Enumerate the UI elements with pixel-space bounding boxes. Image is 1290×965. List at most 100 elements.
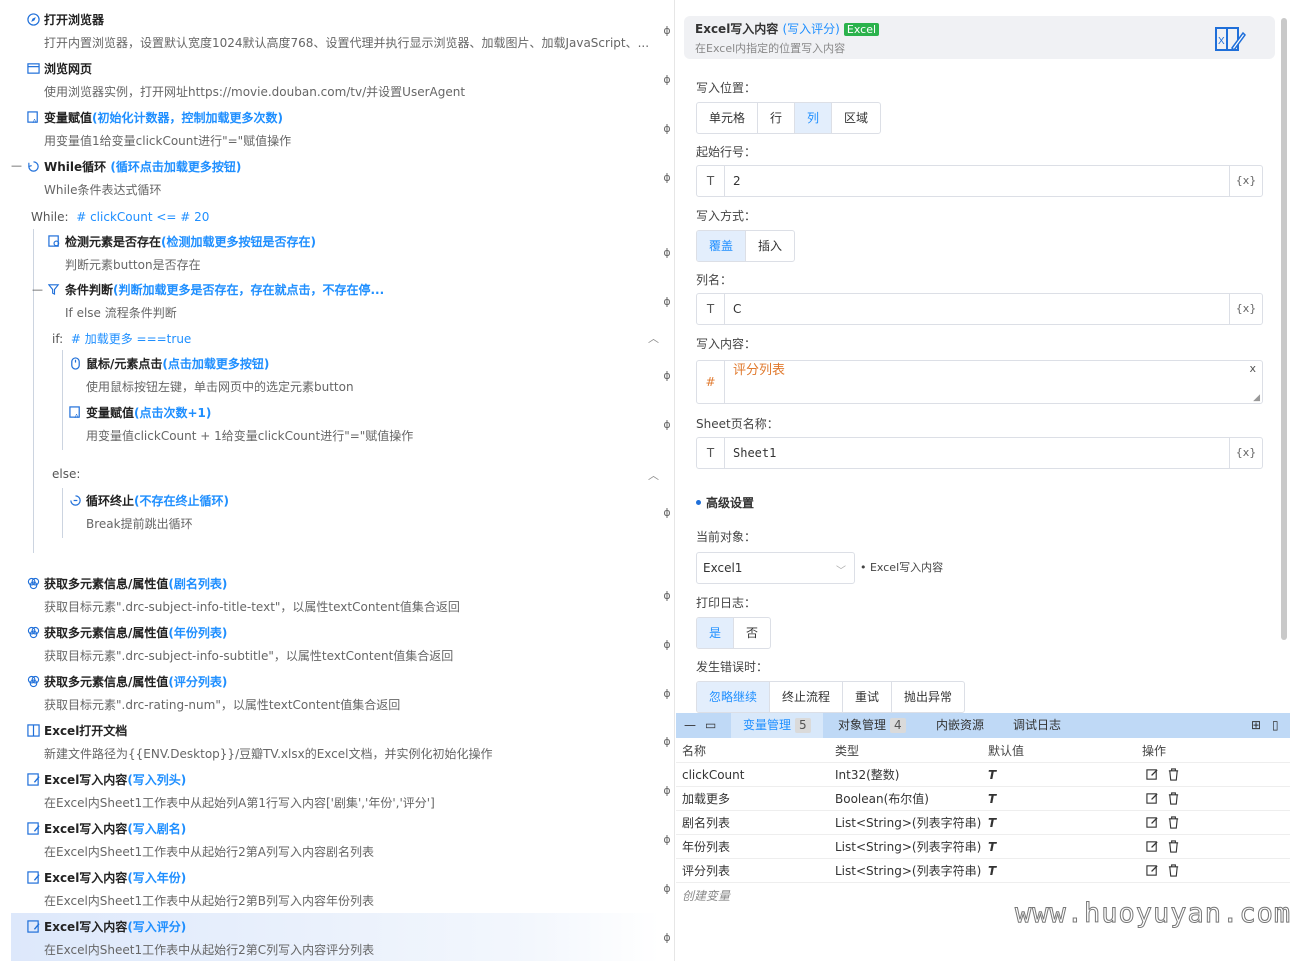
excel-write-icon: [27, 773, 40, 786]
svg-text:X: X: [1218, 36, 1225, 47]
bottom-tab-bar: — ▭ 变量管理 5 对象管理 4 内嵌资源 调试日志 ⊞ ▯: [676, 713, 1290, 738]
sheet-name-field[interactable]: T Sheet1 {x}: [696, 437, 1263, 469]
drag-handle-icon[interactable]: ɸ: [662, 171, 672, 185]
step-title: Excel打开文档: [44, 724, 128, 738]
option-no[interactable]: 否: [734, 618, 770, 648]
header-type: 类型: [835, 744, 860, 758]
option-retry[interactable]: 重试: [843, 682, 893, 712]
windows-icon[interactable]: ⊞: [1251, 713, 1261, 738]
multi-element-icon: [27, 577, 40, 590]
edit-icon[interactable]: [1146, 792, 1159, 805]
option-throw[interactable]: 抛出异常: [892, 682, 964, 712]
drag-handle-icon[interactable]: ɸ: [662, 687, 672, 701]
type-text-toggle[interactable]: T: [697, 166, 725, 196]
minimize-icon[interactable]: —: [684, 713, 696, 738]
drag-handle-icon[interactable]: ɸ: [662, 931, 672, 945]
var-default[interactable]: T: [988, 787, 996, 811]
step-desc: 使用鼠标按钮左键，单击网页中的选定元素button: [86, 380, 354, 394]
step-desc: 在Excel内Sheet1工作表中从起始行2第B列写入内容年份列表: [44, 894, 374, 908]
edit-icon[interactable]: [1146, 816, 1159, 829]
variable-insert-button[interactable]: {x}: [1229, 294, 1262, 324]
option-yes[interactable]: 是: [697, 618, 735, 648]
edit-icon[interactable]: [1146, 864, 1159, 877]
mobile-icon[interactable]: ▯: [1272, 713, 1279, 738]
clear-icon[interactable]: x: [1249, 362, 1256, 375]
step-desc: 使用浏览器实例，打开网址https://movie.douban.com/tv/…: [44, 85, 466, 99]
drag-handle-icon[interactable]: ɸ: [662, 506, 672, 520]
trash-icon[interactable]: [1167, 768, 1180, 781]
header-name: 名称: [682, 744, 707, 758]
chevron-up-icon[interactable]: ︿: [648, 330, 659, 346]
table-row[interactable]: 年份列表 List<String>(列表字符串) T: [676, 835, 1290, 859]
table-row[interactable]: 加载更多 Boolean(布尔值) T: [676, 787, 1290, 811]
trash-icon[interactable]: [1167, 816, 1180, 829]
option-row[interactable]: 行: [758, 103, 796, 133]
option-cell[interactable]: 单元格: [697, 103, 759, 133]
panel-scrollbar[interactable]: [1281, 18, 1287, 640]
option-terminate[interactable]: 终止流程: [770, 682, 844, 712]
table-row[interactable]: clickCount Int32(整数) T: [676, 763, 1290, 787]
option-range[interactable]: 区域: [832, 103, 880, 133]
drag-handle-icon[interactable]: ɸ: [662, 882, 672, 896]
browser-window-icon: [27, 62, 40, 75]
drag-handle-icon[interactable]: ɸ: [662, 735, 672, 749]
drag-handle-icon[interactable]: ɸ: [662, 122, 672, 136]
drag-handle-icon[interactable]: ɸ: [662, 418, 672, 432]
variable-insert-button[interactable]: {x}: [1229, 438, 1262, 468]
step-desc: 用变量值1给变量clickCount进行"="赋值操作: [44, 134, 292, 148]
drag-handle-icon[interactable]: ɸ: [662, 589, 672, 603]
tab-variables[interactable]: 变量管理 5: [731, 713, 823, 738]
step-desc: 获取目标元素".drc-subject-info-title-text"，以属性…: [44, 600, 460, 614]
restore-window-icon[interactable]: ▭: [705, 713, 716, 738]
edit-icon[interactable]: [1146, 840, 1159, 853]
step-desc: 在Excel内Sheet1工作表中从起始行2第C列写入内容评分列表: [44, 943, 375, 957]
option-ignore-continue[interactable]: 忽略继续: [697, 682, 771, 712]
collapse-toggle[interactable]: —: [32, 283, 43, 296]
step-title: Excel写入内容(写入剧名): [44, 822, 187, 836]
column-name-field[interactable]: T C {x}: [696, 293, 1263, 325]
trash-icon[interactable]: [1167, 840, 1180, 853]
type-text-toggle[interactable]: T: [697, 438, 725, 468]
type-variable-toggle[interactable]: #: [697, 361, 725, 403]
resize-handle-icon[interactable]: ◢: [1253, 393, 1260, 403]
drag-handle-icon[interactable]: ɸ: [662, 295, 672, 309]
drag-handle-icon[interactable]: ɸ: [662, 369, 672, 383]
table-row[interactable]: 评分列表 List<String>(列表字符串) T: [676, 859, 1290, 883]
drag-handle-icon[interactable]: ɸ: [662, 246, 672, 260]
drag-handle-icon[interactable]: ɸ: [662, 73, 672, 87]
create-variable-link[interactable]: 创建变量: [682, 887, 730, 904]
option-column[interactable]: 列: [795, 103, 833, 133]
option-insert[interactable]: 插入: [746, 231, 794, 261]
edit-icon[interactable]: [1146, 768, 1159, 781]
drag-handle-icon[interactable]: ɸ: [662, 833, 672, 847]
excel-write-icon: [27, 822, 40, 835]
trash-icon[interactable]: [1167, 864, 1180, 877]
variable-assign-icon: A: [69, 406, 82, 420]
var-default[interactable]: T: [988, 811, 996, 835]
start-row-field[interactable]: T 2 {x}: [696, 165, 1263, 197]
content-value: 评分列表: [733, 363, 786, 378]
excel-write-icon: [27, 920, 40, 933]
type-text-toggle[interactable]: T: [697, 294, 725, 324]
tab-debug-log[interactable]: 调试日志: [1013, 713, 1061, 738]
var-default[interactable]: T: [988, 763, 996, 787]
chevron-up-icon[interactable]: ︿: [648, 467, 659, 483]
option-overwrite[interactable]: 覆盖: [697, 231, 747, 261]
tab-objects[interactable]: 对象管理 4: [838, 713, 906, 738]
collapse-toggle[interactable]: —: [11, 159, 22, 172]
variable-insert-button[interactable]: {x}: [1229, 166, 1262, 196]
content-field[interactable]: # 评分列表 x ◢: [696, 360, 1263, 404]
var-default[interactable]: T: [988, 835, 996, 859]
var-name: 加载更多: [682, 792, 731, 806]
var-default[interactable]: T: [988, 859, 996, 883]
current-object-select[interactable]: Excel1 ﹀: [696, 552, 855, 584]
while-condition: While: # clickCount <= # 20: [31, 210, 210, 224]
tab-embedded-resources[interactable]: 内嵌资源: [936, 713, 984, 738]
drag-handle-icon[interactable]: ɸ: [662, 638, 672, 652]
var-name: clickCount: [682, 768, 745, 782]
panel-header: Excel写入内容 (写入评分) Excel 在Excel内指定的位置写入内容 X: [684, 16, 1275, 59]
drag-handle-icon[interactable]: ɸ: [662, 24, 672, 38]
table-row[interactable]: 剧名列表 List<String>(列表字符串) T: [676, 811, 1290, 835]
trash-icon[interactable]: [1167, 792, 1180, 805]
drag-handle-icon[interactable]: ɸ: [662, 784, 672, 798]
